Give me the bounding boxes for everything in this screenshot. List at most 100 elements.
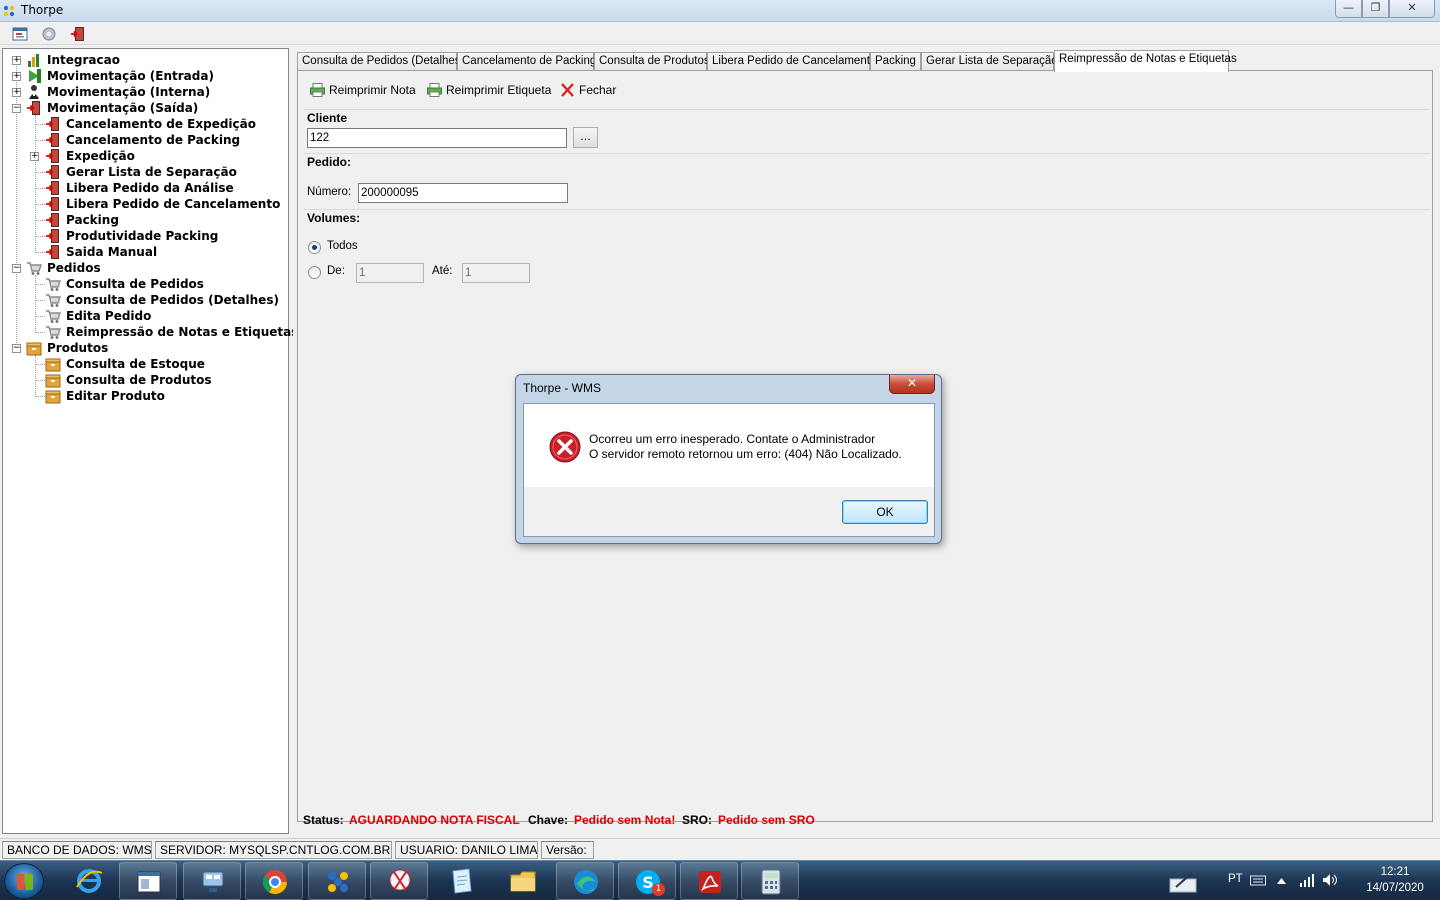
order-number-input[interactable]: 200000095	[358, 183, 568, 203]
network-signal-icon[interactable]	[1299, 873, 1315, 887]
error-dialog: Thorpe - WMS ✕ Ocorreu um erro inesperad…	[515, 374, 942, 544]
tree-item-label: Integracao	[47, 53, 120, 67]
keyboard-icon[interactable]	[1250, 874, 1266, 886]
volumes-group: Volumes: Todos De: 1 Até: 1	[304, 209, 1430, 309]
form-icon[interactable]	[12, 26, 28, 42]
tree-item[interactable]: Consulta de Produtos	[3, 372, 288, 388]
tree-item[interactable]: Cancelamento de Expedição	[3, 116, 288, 132]
client-input[interactable]: 122	[307, 128, 567, 148]
clock-time[interactable]: 12:21	[1370, 866, 1420, 878]
client-browse-button[interactable]: ...	[573, 127, 598, 148]
expand-icon[interactable]: +	[30, 152, 39, 161]
expand-icon[interactable]: +	[12, 72, 21, 81]
sro-label: SRO:	[682, 813, 712, 827]
tree-item[interactable]: Consulta de Pedidos (Detalhes)	[3, 292, 288, 308]
cart-icon	[46, 294, 61, 307]
system-tray: PT 12:21 14/07/2020	[1160, 861, 1440, 900]
to-input[interactable]: 1	[462, 263, 530, 283]
tab-consulta-produtos[interactable]: Consulta de Produtos	[594, 52, 710, 71]
tree-item[interactable]: − Produtos	[3, 340, 288, 356]
thorpe-app-icon	[3, 5, 15, 17]
tree-item[interactable]: Consulta de Estoque	[3, 356, 288, 372]
tree-item[interactable]: − Movimentação (Saída)	[3, 100, 288, 116]
taskbar-app-folder[interactable]	[494, 862, 552, 900]
tree-item-label: Pedidos	[47, 261, 101, 275]
red-x-icon	[561, 83, 574, 97]
box-icon	[45, 374, 61, 388]
expand-icon[interactable]: +	[12, 88, 21, 97]
tree-item[interactable]: Packing	[3, 212, 288, 228]
tab-packing[interactable]: Packing	[870, 52, 921, 71]
tree-item[interactable]: Saida Manual	[3, 244, 288, 260]
expand-icon[interactable]: +	[12, 56, 21, 65]
tree-item[interactable]: Consulta de Pedidos	[3, 276, 288, 292]
exit-icon[interactable]	[70, 26, 86, 42]
tab-reimpressao-notas-etiquetas[interactable]: Reimpressão de Notas e Etiquetas	[1054, 50, 1237, 72]
tree-item-label: Consulta de Estoque	[66, 357, 205, 371]
volume-icon[interactable]	[1322, 873, 1338, 887]
exit-door-icon	[46, 213, 59, 227]
ok-button[interactable]: OK	[842, 500, 928, 524]
taskbar-app-notepad[interactable]	[432, 862, 490, 900]
tree-item-label: Movimentação (Interna)	[47, 85, 211, 99]
tree-item[interactable]: + Movimentação (Interna)	[3, 84, 288, 100]
exit-door-icon	[46, 245, 59, 259]
maximize-button[interactable]: ❐	[1362, 0, 1389, 18]
navigation-tree[interactable]: + Integracao + Movimentação (Entrada) + Movim…	[2, 48, 298, 834]
reprint-label-button[interactable]: Reimprimir Etiqueta	[427, 81, 553, 99]
collapse-icon[interactable]: −	[12, 104, 21, 113]
cart-icon	[46, 278, 61, 291]
tree-item[interactable]: Gerar Lista de Separação	[3, 164, 288, 180]
all-volumes-radio[interactable]	[308, 241, 321, 254]
error-icon	[549, 431, 581, 463]
minimize-button[interactable]: —	[1335, 0, 1362, 18]
tree-item[interactable]: Reimpressão de Notas e Etiquetas	[3, 324, 298, 340]
language-indicator[interactable]: PT	[1228, 873, 1243, 885]
tree-item[interactable]: Libera Pedido da Análise	[3, 180, 288, 196]
dialog-footer: OK	[523, 487, 935, 537]
from-input[interactable]: 1	[356, 263, 424, 283]
window-titlebar: Thorpe — ❐ ✕	[0, 0, 1440, 22]
tree-item[interactable]: + Movimentação (Entrada)	[3, 68, 288, 84]
acrobat-icon	[699, 871, 721, 893]
settings-icon[interactable]	[41, 26, 57, 42]
network-icon	[202, 871, 224, 892]
taskbar-app-snipping-tool[interactable]	[370, 862, 428, 900]
taskbar-app-internet-explorer[interactable]	[60, 862, 118, 900]
person-icon	[29, 85, 39, 99]
tab-libera-pedido-cancelamento[interactable]: Libera Pedido de Cancelamento	[707, 52, 876, 71]
taskbar-app-chrome[interactable]	[245, 862, 303, 900]
tree-item[interactable]: Libera Pedido de Cancelamento	[3, 196, 288, 212]
tab-gerar-lista-separacao[interactable]: Gerar Lista de Separação	[921, 52, 1058, 71]
start-button[interactable]	[4, 863, 44, 899]
box-icon	[45, 390, 61, 404]
taskbar-app-skype[interactable]: S1	[618, 862, 676, 900]
clock-date[interactable]: 14/07/2020	[1350, 882, 1440, 894]
taskbar-app-network[interactable]	[183, 862, 241, 900]
collapse-icon[interactable]: −	[12, 344, 21, 353]
reprint-note-button[interactable]: Reimprimir Nota	[310, 81, 422, 99]
collapse-icon[interactable]: −	[12, 264, 21, 273]
tree-item-label: Consulta de Pedidos (Detalhes)	[66, 293, 279, 307]
tree-item[interactable]: Editar Produto	[3, 388, 288, 404]
close-tab-button[interactable]: Fechar	[560, 81, 620, 99]
taskbar-app-edge[interactable]	[556, 862, 614, 900]
tree-item[interactable]: − Pedidos	[3, 260, 288, 276]
range-volumes-radio[interactable]	[308, 266, 321, 279]
pen-input-icon[interactable]	[1168, 871, 1198, 893]
taskbar-app-window[interactable]	[119, 862, 177, 900]
tree-item[interactable]: Edita Pedido	[3, 308, 288, 324]
show-hidden-icons-icon[interactable]	[1277, 878, 1286, 884]
tree-item[interactable]: Produtividade Packing	[3, 228, 288, 244]
dialog-close-button[interactable]: ✕	[889, 375, 935, 394]
exit-door-icon	[46, 149, 59, 163]
tree-item[interactable]: + Integracao	[3, 52, 288, 68]
tree-item[interactable]: Cancelamento de Packing	[3, 132, 288, 148]
tab-consulta-pedidos-detalhes[interactable]: Consulta de Pedidos (Detalhes)	[297, 52, 464, 71]
taskbar-app-calculator[interactable]	[741, 862, 799, 900]
close-window-button[interactable]: ✕	[1389, 0, 1435, 18]
taskbar-app-thorpe[interactable]	[308, 862, 366, 900]
taskbar-app-acrobat[interactable]	[680, 862, 738, 900]
tree-item[interactable]: + Expedição	[3, 148, 288, 164]
tab-cancelamento-packing[interactable]: Cancelamento de Packing	[457, 52, 596, 71]
